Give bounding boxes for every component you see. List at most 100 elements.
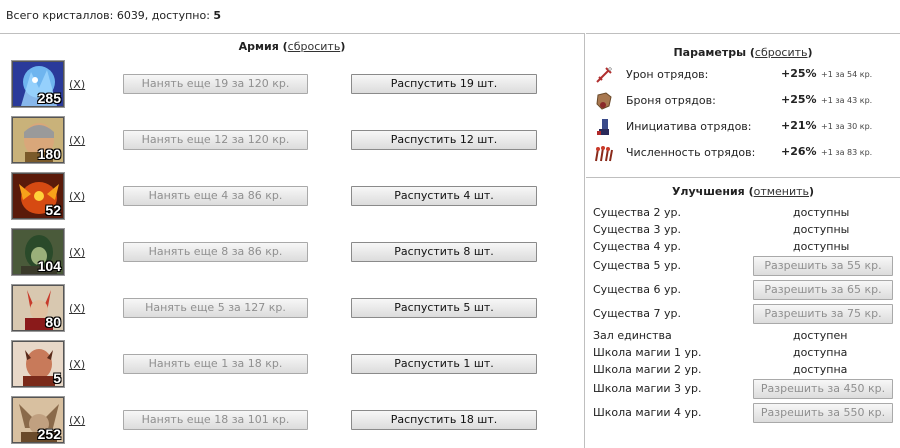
remove-unit-link[interactable]: (X) xyxy=(69,414,85,427)
params-title: Параметры (сбросить) xyxy=(673,46,813,59)
shield-icon xyxy=(596,92,612,110)
upgrades-section: Улучшения (отменить) Существа 2 ур. дост… xyxy=(586,179,900,423)
allow-upgrade-button[interactable]: Разрешить за 65 кр. xyxy=(753,280,893,300)
upgrade-row: Школа магии 4 ур. Разрешить за 550 кр. xyxy=(593,403,893,423)
unit-count: 5 xyxy=(53,370,61,386)
param-label: Броня отрядов: xyxy=(626,94,716,107)
upgrade-row: Существа 4 ур. доступны xyxy=(593,237,893,257)
params-title-text: Параметры xyxy=(673,46,747,59)
param-label: Урон отрядов: xyxy=(626,68,709,81)
upgrade-label: Школа магии 2 ур. xyxy=(593,363,702,376)
crystals-available: 5 xyxy=(213,9,222,22)
remove-unit-link[interactable]: (X) xyxy=(69,246,85,259)
upgrade-label: Школа магии 3 ур. xyxy=(593,382,702,395)
dismiss-button[interactable]: Распустить 5 шт. xyxy=(351,298,537,318)
sword-icon xyxy=(596,66,613,83)
upgrade-status: доступны xyxy=(793,223,850,236)
troops-icon xyxy=(595,146,613,162)
allow-upgrade-button[interactable]: Разрешить за 450 кр. xyxy=(753,379,893,399)
hire-button[interactable]: Нанять еще 4 за 86 кр. xyxy=(123,186,308,206)
unit-count: 180 xyxy=(37,146,61,162)
unit-row: 285 (X) Нанять еще 19 за 120 кр. Распуст… xyxy=(12,61,572,107)
upgrade-status: доступна xyxy=(793,363,848,376)
allow-upgrade-button[interactable]: Разрешить за 55 кр. xyxy=(753,256,893,276)
army-panel: Армия (сбросить) 285 (X) Нанять еще 19 з… xyxy=(0,33,585,448)
upgrade-label: Существа 7 ур. xyxy=(593,307,681,320)
unit-portrait: 52 xyxy=(12,173,64,219)
allow-upgrade-button[interactable]: Разрешить за 75 кр. xyxy=(753,304,893,324)
param-row: Инициатива отрядов: +21% +1 за 30 кр. xyxy=(594,117,894,137)
upgrade-row: Школа магии 2 ур. доступна xyxy=(593,360,893,380)
dismiss-button[interactable]: Распустить 1 шт. xyxy=(351,354,537,374)
unit-row: 252 (X) Нанять еще 18 за 101 кр. Распуст… xyxy=(12,397,572,443)
upgrade-label: Зал единства xyxy=(593,329,672,342)
upgrade-status: доступен xyxy=(793,329,848,342)
params-reset-link[interactable]: сбросить xyxy=(755,46,808,59)
param-row: Урон отрядов: +25% +1 за 54 кр. xyxy=(594,65,894,85)
remove-unit-link[interactable]: (X) xyxy=(69,358,85,371)
upgrade-label: Школа магии 4 ур. xyxy=(593,406,702,419)
upgrade-label: Существа 2 ур. xyxy=(593,206,681,219)
param-row: Численность отрядов: +26% +1 за 83 кр. xyxy=(594,143,894,163)
hire-button[interactable]: Нанять еще 8 за 86 кр. xyxy=(123,242,308,262)
params-section: Параметры (сбросить) Урон отрядов: +25% … xyxy=(586,34,900,178)
remove-unit-link[interactable]: (X) xyxy=(69,78,85,91)
unit-count: 104 xyxy=(37,258,61,274)
dismiss-button[interactable]: Распустить 12 шт. xyxy=(351,130,537,150)
hire-button[interactable]: Нанять еще 19 за 120 кр. xyxy=(123,74,308,94)
unit-row: 80 (X) Нанять еще 5 за 127 кр. Распустит… xyxy=(12,285,572,331)
remove-unit-link[interactable]: (X) xyxy=(69,302,85,315)
param-value: +25% xyxy=(781,67,817,80)
upgrade-label: Существа 3 ур. xyxy=(593,223,681,236)
upgrade-row: Существа 6 ур. Разрешить за 65 кр. xyxy=(593,280,893,300)
army-reset-link[interactable]: сбросить xyxy=(288,40,341,53)
unit-portrait: 180 xyxy=(12,117,64,163)
dismiss-button[interactable]: Распустить 18 шт. xyxy=(351,410,537,430)
hire-button[interactable]: Нанять еще 18 за 101 кр. xyxy=(123,410,308,430)
upgrade-status: доступна xyxy=(793,346,848,359)
upgrades-title: Улучшения (отменить) xyxy=(671,185,815,198)
param-value: +21% xyxy=(781,119,817,132)
param-row: Броня отрядов: +25% +1 за 43 кр. xyxy=(594,91,894,111)
unit-count: 80 xyxy=(45,314,61,330)
unit-row: 52 (X) Нанять еще 4 за 86 кр. Распустить… xyxy=(12,173,572,219)
upgrade-label: Школа магии 1 ур. xyxy=(593,346,702,359)
dismiss-button[interactable]: Распустить 19 шт. xyxy=(351,74,537,94)
hire-button[interactable]: Нанять еще 1 за 18 кр. xyxy=(123,354,308,374)
remove-unit-link[interactable]: (X) xyxy=(69,134,85,147)
army-title-text: Армия xyxy=(238,40,279,53)
upgrade-row: Существа 7 ур. Разрешить за 75 кр. xyxy=(593,304,893,324)
unit-portrait: 104 xyxy=(12,229,64,275)
param-label: Инициатива отрядов: xyxy=(626,120,752,133)
unit-portrait: 252 xyxy=(12,397,64,443)
param-value: +25% xyxy=(781,93,817,106)
upgrades-cancel-link[interactable]: отменить xyxy=(754,185,809,198)
remove-unit-link[interactable]: (X) xyxy=(69,190,85,203)
unit-row: 104 (X) Нанять еще 8 за 86 кр. Распустит… xyxy=(12,229,572,275)
upgrade-status: доступны xyxy=(793,206,850,219)
unit-portrait: 80 xyxy=(12,285,64,331)
upgrade-label: Существа 4 ур. xyxy=(593,240,681,253)
upgrade-label: Существа 6 ур. xyxy=(593,283,681,296)
upgrade-row: Школа магии 3 ур. Разрешить за 450 кр. xyxy=(593,379,893,399)
right-panel: Параметры (сбросить) Урон отрядов: +25% … xyxy=(586,33,900,448)
crystals-summary: Всего кристаллов: 6039, доступно: 5 xyxy=(6,9,221,22)
allow-upgrade-button[interactable]: Разрешить за 550 кр. xyxy=(753,403,893,423)
unit-row: 180 (X) Нанять еще 12 за 120 кр. Распуст… xyxy=(12,117,572,163)
hire-button[interactable]: Нанять еще 12 за 120 кр. xyxy=(123,130,308,150)
unit-row: 5 (X) Нанять еще 1 за 18 кр. Распустить … xyxy=(12,341,572,387)
dismiss-button[interactable]: Распустить 8 шт. xyxy=(351,242,537,262)
upgrade-row: Существа 5 ур. Разрешить за 55 кр. xyxy=(593,256,893,276)
unit-count: 252 xyxy=(37,426,61,442)
unit-portrait: 5 xyxy=(12,341,64,387)
boot-icon xyxy=(597,119,609,135)
param-note: +1 за 83 кр. xyxy=(821,148,873,157)
dismiss-button[interactable]: Распустить 4 шт. xyxy=(351,186,537,206)
crystals-summary-text: Всего кристаллов: 6039, доступно: xyxy=(6,9,214,22)
param-note: +1 за 30 кр. xyxy=(821,122,873,131)
unit-portrait: 285 xyxy=(12,61,64,107)
hire-button[interactable]: Нанять еще 5 за 127 кр. xyxy=(123,298,308,318)
upgrade-status: доступны xyxy=(793,240,850,253)
param-note: +1 за 43 кр. xyxy=(821,96,873,105)
upgrades-title-text: Улучшения xyxy=(671,185,745,198)
